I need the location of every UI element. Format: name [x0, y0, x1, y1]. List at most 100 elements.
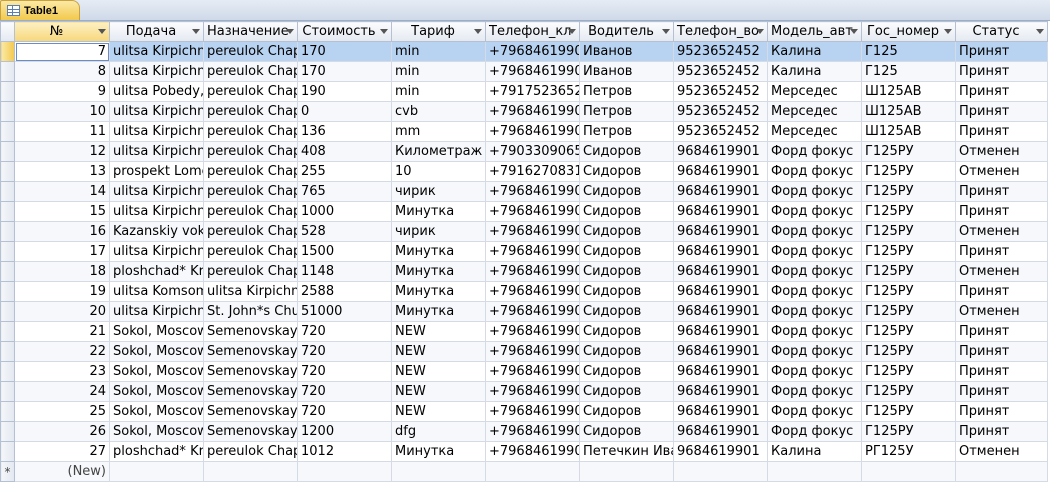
chevron-down-icon[interactable]: [568, 29, 576, 34]
cell-gos-nomer[interactable]: Г125РУ: [861, 181, 956, 202]
column-header-podacha[interactable]: Подача: [109, 21, 204, 42]
cell-stoimost[interactable]: 1012: [297, 441, 392, 462]
chevron-down-icon[interactable]: [1036, 29, 1044, 34]
table-row[interactable]: 17 ulitsa Kirpichn pereulok Chap 1500 Минутк…: [0, 241, 1048, 262]
cell-gos-nomer[interactable]: Г125РУ: [861, 421, 956, 442]
chevron-down-icon[interactable]: [474, 29, 482, 34]
cell-voditel[interactable]: Сидоров: [579, 381, 674, 402]
cell-telefon-vo[interactable]: 9684619901: [673, 201, 768, 222]
cell-gos-nomer[interactable]: Г125РУ: [861, 221, 956, 242]
cell-podacha[interactable]: ulitsa Kirpichn: [109, 241, 204, 262]
cell-status[interactable]: Отменен: [955, 441, 1048, 462]
cell-status[interactable]: Принят: [955, 361, 1048, 382]
cell-status[interactable]: Принят: [955, 381, 1048, 402]
new-record-cell[interactable]: [485, 461, 580, 482]
chevron-down-icon[interactable]: [380, 29, 388, 34]
cell-tarif[interactable]: mm: [391, 121, 486, 142]
table-row[interactable]: 7 ulitsa Kirpichn pereulok Chap 170 min +7968…: [0, 41, 1048, 62]
column-header-telefon-kl[interactable]: Телефон_кл: [485, 21, 580, 42]
cell-naznachenie[interactable]: pereulok Chap: [203, 261, 298, 282]
cell-voditel[interactable]: Сидоров: [579, 241, 674, 262]
row-selector[interactable]: [0, 181, 15, 202]
cell-stoimost[interactable]: 1000: [297, 201, 392, 222]
cell-voditel[interactable]: Петечкин Ива: [579, 441, 674, 462]
cell-model-avt[interactable]: Калина: [767, 441, 862, 462]
column-header-naznachenie[interactable]: Назначение: [203, 21, 298, 42]
column-header-voditel[interactable]: Водитель: [579, 21, 674, 42]
cell-tarif[interactable]: dfg: [391, 421, 486, 442]
cell-status[interactable]: Принят: [955, 101, 1048, 122]
cell-podacha[interactable]: ulitsa Kirpichn: [109, 101, 204, 122]
cell-telefon-kl[interactable]: +79684619901: [485, 381, 580, 402]
cell-gos-nomer[interactable]: Г125РУ: [861, 161, 956, 182]
row-selector[interactable]: [0, 81, 15, 102]
cell-telefon-vo[interactable]: 9684619901: [673, 181, 768, 202]
cell-status[interactable]: Принят: [955, 241, 1048, 262]
cell-telefon-vo[interactable]: 9523652452: [673, 61, 768, 82]
cell-podacha[interactable]: ulitsa Kirpichn: [109, 41, 204, 62]
new-record-cell[interactable]: [673, 461, 768, 482]
row-selector[interactable]: [0, 301, 15, 322]
cell-naznachenie[interactable]: St. John*s Chu: [203, 301, 298, 322]
cell-tarif[interactable]: Минутка: [391, 201, 486, 222]
table-row[interactable]: 16 Kazanskiy vokz pereulok Chap 528 чирик +79…: [0, 221, 1048, 242]
cell-status[interactable]: Принят: [955, 41, 1048, 62]
cell-number[interactable]: 26: [14, 421, 110, 442]
cell-podacha[interactable]: Kazanskiy vokz: [109, 221, 204, 242]
cell-voditel[interactable]: Сидоров: [579, 201, 674, 222]
row-selector[interactable]: [0, 361, 15, 382]
cell-naznachenie[interactable]: Semenovskaya: [203, 381, 298, 402]
cell-model-avt[interactable]: Форд фокус: [767, 221, 862, 242]
row-selector[interactable]: [0, 441, 15, 462]
cell-naznachenie[interactable]: pereulok Chap: [203, 101, 298, 122]
cell-status[interactable]: Отменен: [955, 141, 1048, 162]
cell-telefon-vo[interactable]: 9684619901: [673, 221, 768, 242]
cell-model-avt[interactable]: Форд фокус: [767, 321, 862, 342]
cell-model-avt[interactable]: Мерседес: [767, 101, 862, 122]
cell-model-avt[interactable]: Форд фокус: [767, 341, 862, 362]
cell-telefon-vo[interactable]: 9684619901: [673, 301, 768, 322]
column-header-model-avt[interactable]: Модель_авт: [767, 21, 862, 42]
new-record-cell[interactable]: [767, 461, 862, 482]
tab-table1[interactable]: Table1: [0, 0, 80, 20]
cell-status[interactable]: Принят: [955, 321, 1048, 342]
cell-stoimost[interactable]: 720: [297, 401, 392, 422]
row-selector[interactable]: [0, 41, 15, 62]
cell-gos-nomer[interactable]: Г125: [861, 61, 956, 82]
cell-podacha[interactable]: ploshchad* Kra: [109, 261, 204, 282]
cell-telefon-vo[interactable]: 9523652452: [673, 41, 768, 62]
table-row[interactable]: 9 ulitsa Pobedy, pereulok Chap 190 min +79175…: [0, 81, 1048, 102]
cell-number[interactable]: 22: [14, 341, 110, 362]
new-record-number-cell[interactable]: (New): [14, 461, 110, 482]
cell-number[interactable]: 14: [14, 181, 110, 202]
chevron-down-icon[interactable]: [286, 29, 294, 34]
cell-stoimost[interactable]: 528: [297, 221, 392, 242]
row-selector[interactable]: [0, 261, 15, 282]
table-row[interactable]: 13 prospekt Lomc pereulok Chap 255 10 +791627…: [0, 161, 1048, 182]
cell-podacha[interactable]: Sokol, Moscow: [109, 401, 204, 422]
cell-telefon-vo[interactable]: 9684619901: [673, 281, 768, 302]
row-selector[interactable]: [0, 201, 15, 222]
cell-number[interactable]: 12: [14, 141, 110, 162]
cell-status[interactable]: Принят: [955, 81, 1048, 102]
cell-gos-nomer[interactable]: Г125: [861, 41, 956, 62]
cell-model-avt[interactable]: Мерседес: [767, 121, 862, 142]
cell-number[interactable]: 19: [14, 281, 110, 302]
new-record-cell[interactable]: [861, 461, 956, 482]
cell-model-avt[interactable]: Форд фокус: [767, 181, 862, 202]
cell-voditel[interactable]: Петров: [579, 101, 674, 122]
cell-gos-nomer[interactable]: Г125РУ: [861, 401, 956, 422]
cell-tarif[interactable]: cvb: [391, 101, 486, 122]
cell-status[interactable]: Принят: [955, 341, 1048, 362]
cell-model-avt[interactable]: Форд фокус: [767, 161, 862, 182]
cell-naznachenie[interactable]: pereulok Chap: [203, 201, 298, 222]
cell-number[interactable]: 10: [14, 101, 110, 122]
table-row[interactable]: 18 ploshchad* Kra pereulok Chap 1148 Минутка…: [0, 261, 1048, 282]
row-selector[interactable]: [0, 401, 15, 422]
table-row[interactable]: 26 Sokol, Moscow Semenovskaya 1200 dfg +79684…: [0, 421, 1048, 442]
cell-voditel[interactable]: Сидоров: [579, 421, 674, 442]
cell-tarif[interactable]: Минутка: [391, 301, 486, 322]
cell-model-avt[interactable]: Форд фокус: [767, 301, 862, 322]
cell-voditel[interactable]: Сидоров: [579, 281, 674, 302]
cell-naznachenie[interactable]: pereulok Chap: [203, 61, 298, 82]
